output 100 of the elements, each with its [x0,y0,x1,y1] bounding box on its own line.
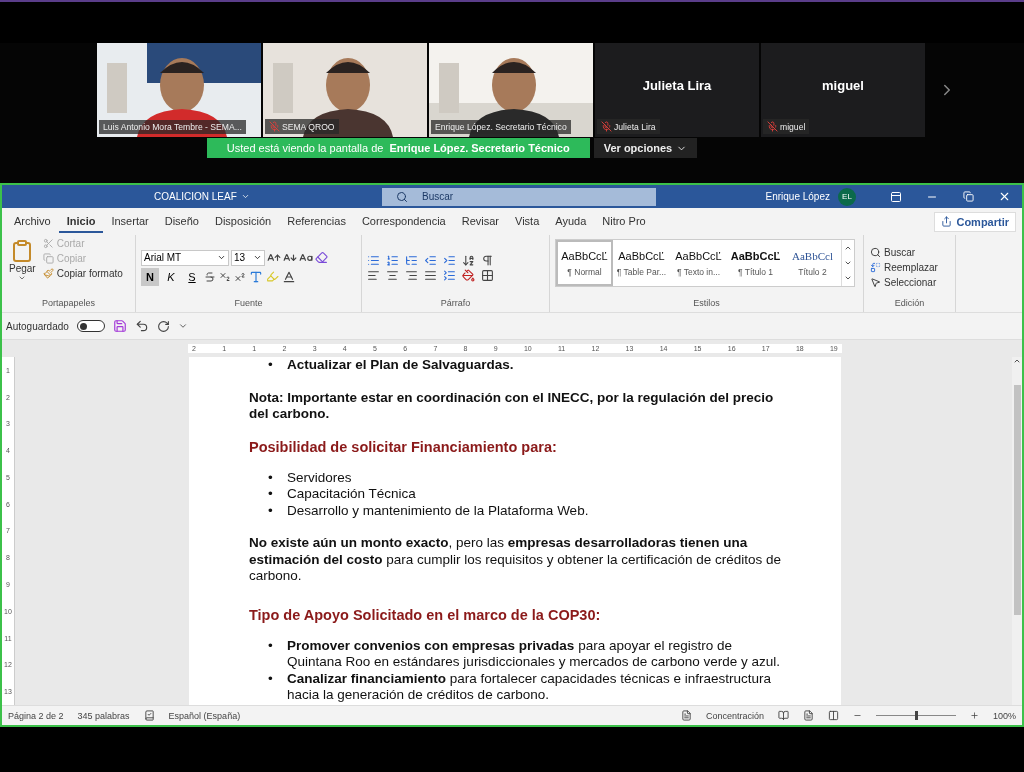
participant-tile[interactable]: Julieta Lira Julieta Lira [595,43,759,137]
increase-indent-icon[interactable] [443,253,456,267]
copy-icon [42,253,54,264]
share-icon [941,216,953,227]
save-icon[interactable] [112,319,127,333]
view-options-button[interactable]: Ver opciones [593,138,698,158]
ribbon-tab[interactable]: Insertar [103,210,157,233]
justify-icon[interactable] [424,268,437,282]
language-label[interactable]: Español (España) [168,710,241,721]
font-size-field[interactable]: 13 [231,249,265,266]
scroll-down-icon[interactable] [844,259,852,267]
scroll-up-icon[interactable] [1013,357,1021,365]
align-left-icon[interactable] [367,268,380,282]
italic-button[interactable]: K [162,267,180,286]
ribbon-tab[interactable]: Correspondencia [353,210,454,233]
caret-icon [217,253,226,262]
font-name-field[interactable]: Arial MT [141,249,229,266]
bullet: • [268,486,274,503]
bullet-text: Actualizar el Plan de Salvaguardas. [287,357,514,374]
ribbon-tab[interactable]: Ayuda [547,210,595,233]
autosave-toggle[interactable] [76,320,105,332]
editing-button[interactable]: Seleccionar [869,276,939,289]
name-tag: miguel [763,119,810,134]
shading-icon[interactable] [462,268,475,282]
decrease-indent-icon[interactable] [424,253,437,267]
ribbon-tab[interactable]: Archivo [6,210,59,233]
superscript-icon[interactable] [234,270,246,283]
pilcrow-icon[interactable] [481,253,494,267]
style-item[interactable]: AaBbCcĽ ¶ Normal [556,240,613,286]
search-placeholder: Buscar [422,191,454,202]
editing-button[interactable]: Buscar [869,246,939,259]
participant-name: miguel [822,77,864,93]
numbering-icon[interactable] [386,253,399,267]
clipboard-button[interactable]: Copiar formato [41,267,124,280]
ribbon-tab[interactable]: Vista [507,210,548,233]
bullet: • [268,670,274,688]
bullet: • [268,357,274,374]
redo-icon[interactable] [156,319,170,333]
align-center-icon[interactable] [386,268,399,282]
proofing-icon[interactable] [143,710,155,721]
align-right-icon[interactable] [405,268,418,282]
participant-tile[interactable]: SEMA QROO [263,43,427,137]
ribbon-tab[interactable]: Referencias [279,210,354,233]
document-title[interactable]: COALICION LEAF [154,191,382,202]
focus-icon[interactable] [680,710,692,721]
multilevel-list-icon[interactable] [405,253,418,267]
paragraph: No existe aún un monto exacto, pero las empresas desarrolladoras tienen una estimación del costo para cumplir los requisitos y obtener la certificación de créditos de carbono. [249,535,782,585]
caret-icon [18,274,27,282]
name-tag: Luis Antonio Mora Tembre - SEMA... [99,120,246,134]
paragraph: Nota: Importante estar en coordinación con el INECC, por la regulación del precio del carbono. [249,389,775,423]
bold-button[interactable]: N [141,267,159,286]
group-label: Párrafo [439,298,472,310]
group-label: Edición [893,298,926,310]
bullet-text: Promover convenios con empresas privadas para apoyar el registro de Quintana Roo en estándares jurisdiccionales y mercados de carbono verde y azul. [287,637,782,671]
group-label: Portapapeles [40,298,96,310]
focus-label[interactable]: Concentración [705,710,764,721]
scissors-icon [42,238,54,249]
ribbon-tab[interactable]: Revisar [453,210,507,233]
borders-icon[interactable] [481,268,494,282]
read-mode-icon[interactable] [777,710,789,721]
user-avatar[interactable]: EL [838,187,856,206]
paste-button[interactable]: Pegar [7,237,38,298]
bullet-text: Canalizar financiamiento para fortalecer capacidades técnicas e infraestructura hacia la generación de créditos de carbono. [287,670,772,704]
text-effects-icon[interactable] [249,269,263,284]
font-color-icon[interactable] [282,269,296,284]
pointer-icon [870,277,881,288]
ribbon-display-icon[interactable] [890,190,902,203]
screen-share-banner: Usted está viendo la pantalla de Enrique López. Secretario Técnico [206,138,590,158]
ribbon-tab[interactable]: Disposición [206,210,280,233]
editing-button[interactable]: Reemplazar [869,261,939,274]
share-button[interactable]: Compartir [934,211,1016,232]
ribbon-tab[interactable]: Nitro Pro [594,210,654,233]
strikethrough-icon[interactable] [204,270,216,283]
participant-tile[interactable]: Enrique López. Secretario Técnico [429,43,593,137]
print-layout-icon[interactable] [802,710,814,721]
user-name: Enrique López [765,191,830,202]
clear-format-icon[interactable] [315,251,328,264]
scrollbar-thumb[interactable] [1013,385,1021,615]
replace-icon [870,262,881,273]
undo-icon[interactable] [134,319,149,333]
document-title-text: COALICION LEAF [154,191,237,202]
zoom-level[interactable]: 100% [992,710,1016,721]
participant-tile[interactable]: miguel miguel [761,43,925,137]
line-spacing-icon[interactable] [443,268,456,282]
participant-tile[interactable]: Luis Antonio Mora Tembre - SEMA... [97,43,261,137]
zoom-in-icon[interactable] [969,711,979,720]
section-heading: Posibilidad de solicitar Financiamiento para: [249,438,558,456]
name-tag: SEMA QROO [265,119,339,134]
search-field[interactable]: Buscar [382,187,656,206]
customize-icon[interactable] [177,321,188,331]
ribbon-tab[interactable]: Inicio [58,210,104,233]
web-layout-icon[interactable] [827,710,839,721]
sort-icon[interactable] [462,253,475,267]
subscript-icon[interactable] [219,270,231,283]
page-count[interactable]: Página 2 de 2 [8,710,64,721]
restore-icon[interactable] [962,191,974,202]
underline-button[interactable]: S [183,267,201,286]
word-count[interactable]: 345 palabras [77,710,130,721]
bullets-icon[interactable] [367,253,380,267]
ribbon-tab[interactable]: Diseño [156,210,207,233]
